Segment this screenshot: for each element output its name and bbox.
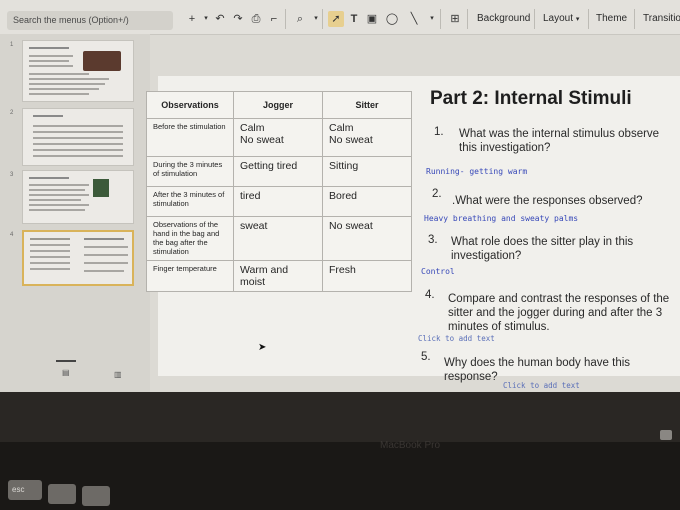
table-cell[interactable]: Calm No sweat	[233, 118, 323, 157]
table-row: After the 3 minutes of stimulation tired…	[146, 186, 412, 217]
table-cell[interactable]: No sweat	[322, 216, 412, 261]
layout-label: Layout	[543, 13, 574, 24]
question-number: 4.	[425, 289, 435, 301]
toolbar: Search the menus (Option+/) + ▾ ↶ ↷ ⎙ ⌐ …	[0, 0, 680, 35]
question-number: 3.	[428, 234, 438, 246]
question-line: investigation?	[451, 250, 522, 262]
question-4[interactable]: Compare and contrast the responses of th…	[448, 292, 669, 334]
question-line: minutes of stimulus.	[448, 321, 550, 333]
table-cell[interactable]: tired	[233, 186, 323, 217]
table-cell[interactable]: During the 3 minutes of stimulation	[146, 156, 234, 187]
slide-filmstrip: 1 2 3 4 ▤ ▥	[0, 34, 150, 392]
slide-title[interactable]: Part 2: Internal Stimuli	[430, 88, 632, 110]
slide-thumbnail-4-selected[interactable]	[22, 230, 134, 286]
question-3[interactable]: What role does the sitter play in this i…	[451, 235, 633, 263]
answer-4-placeholder[interactable]: Click to add text	[418, 334, 495, 343]
undo-icon[interactable]: ↶	[212, 11, 228, 27]
expand-icon[interactable]	[660, 430, 672, 440]
paint-format-icon[interactable]: ⌐	[266, 11, 282, 27]
transition-button[interactable]: Transitio	[643, 11, 680, 27]
layout-chevron-icon: ▾	[575, 16, 580, 23]
question-2[interactable]: .What were the responses observed?	[452, 194, 643, 208]
layout-button[interactable]: Layout ▾	[543, 11, 579, 28]
table-cell[interactable]: After the 3 minutes of stimulation	[146, 186, 234, 217]
line-icon[interactable]: ╲	[406, 11, 422, 27]
question-5[interactable]: Why does the human body have this respon…	[444, 356, 630, 384]
slide-number: 2	[10, 110, 14, 116]
table-cell[interactable]: Getting tired	[233, 156, 323, 187]
text-box-icon[interactable]: T	[346, 11, 362, 27]
image-icon[interactable]: ▣	[364, 11, 380, 27]
select-cursor-icon[interactable]: ➚	[328, 11, 344, 27]
keyboard: esc	[0, 442, 680, 510]
slide-thumbnail-1[interactable]	[22, 40, 134, 102]
slide-image	[83, 51, 121, 71]
table-cell[interactable]: Finger temperature	[146, 260, 234, 292]
answer-2[interactable]: Heavy breathing and sweaty palms	[424, 214, 578, 223]
slide-number: 3	[10, 172, 14, 178]
table-header: Jogger	[233, 91, 323, 119]
esc-key: esc	[8, 480, 42, 500]
filmstrip-view-icon[interactable]: ▥	[114, 370, 122, 379]
background-button[interactable]: Background	[477, 11, 530, 27]
slide-number: 1	[10, 42, 14, 48]
table-cell[interactable]: Calm No sweat	[322, 118, 412, 157]
table-cell[interactable]: Warm and moist	[233, 260, 323, 292]
table-row: Observations of the hand in the bag and …	[146, 216, 412, 261]
table-row: Before the stimulation Calm No sweat Cal…	[146, 118, 412, 157]
key	[48, 484, 76, 504]
question-number: 2.	[432, 188, 442, 200]
table-cell[interactable]: sweat	[233, 216, 323, 261]
mouse-pointer-icon: ➤	[258, 342, 267, 353]
laptop-bezel	[0, 392, 680, 442]
answer-5-placeholder[interactable]: Click to add text	[503, 381, 580, 390]
question-line: .What were the responses observed?	[452, 195, 643, 207]
table-cell[interactable]: Bored	[322, 186, 412, 217]
question-line: this investigation?	[459, 142, 551, 154]
question-line: What role does the sitter play in this	[451, 236, 634, 248]
question-line: Why does the human body have this	[444, 357, 631, 369]
theme-button[interactable]: Theme	[596, 11, 627, 27]
answer-3[interactable]: Control	[421, 267, 455, 276]
question-line: sitter and the jogger during and after t…	[448, 307, 663, 319]
question-line: Compare and contrast the responses of th…	[448, 293, 670, 305]
table-cell[interactable]: Sitting	[322, 156, 412, 187]
slide-thumbnail-2[interactable]	[22, 108, 134, 166]
question-number: 1.	[434, 126, 444, 138]
table-cell[interactable]: Observations of the hand in the bag and …	[146, 216, 234, 261]
shape-icon[interactable]: ◯	[384, 11, 400, 27]
table-row: During the 3 minutes of stimulation Gett…	[146, 156, 412, 187]
redo-icon[interactable]: ↷	[230, 11, 246, 27]
answer-1[interactable]: Running- getting warm	[426, 167, 527, 176]
grid-view-icon[interactable]: ▤	[62, 368, 70, 377]
search-menus-input[interactable]: Search the menus (Option+/)	[7, 11, 173, 30]
table-cell[interactable]: Before the stimulation	[146, 118, 234, 157]
question-line: What was the internal stimulus observe	[459, 128, 660, 140]
comment-icon[interactable]: ⊞	[447, 11, 463, 27]
table-row: Finger temperature Warm and moist Fresh	[146, 260, 412, 292]
table-cell[interactable]: Fresh	[322, 260, 412, 292]
slide-thumbnail-3[interactable]	[22, 170, 134, 224]
observations-table: Observations Jogger Sitter Before the st…	[146, 91, 412, 292]
question-1[interactable]: What was the internal stimulus observe t…	[459, 127, 659, 155]
scroll-indicator[interactable]	[56, 360, 76, 362]
table-header: Observations	[146, 91, 234, 119]
zoom-icon[interactable]: ⌕	[292, 11, 308, 27]
print-icon[interactable]: ⎙	[248, 11, 264, 27]
laptop-brand: MacBook Pro	[380, 440, 441, 451]
line-chevron-icon[interactable]: ▾	[424, 11, 440, 27]
slide-image	[93, 179, 109, 197]
table-header: Sitter	[322, 91, 412, 119]
slide-number: 4	[10, 232, 14, 238]
question-number: 5.	[421, 351, 431, 363]
laptop-screen: Search the menus (Option+/) + ▾ ↶ ↷ ⎙ ⌐ …	[0, 0, 680, 392]
key	[82, 486, 110, 506]
